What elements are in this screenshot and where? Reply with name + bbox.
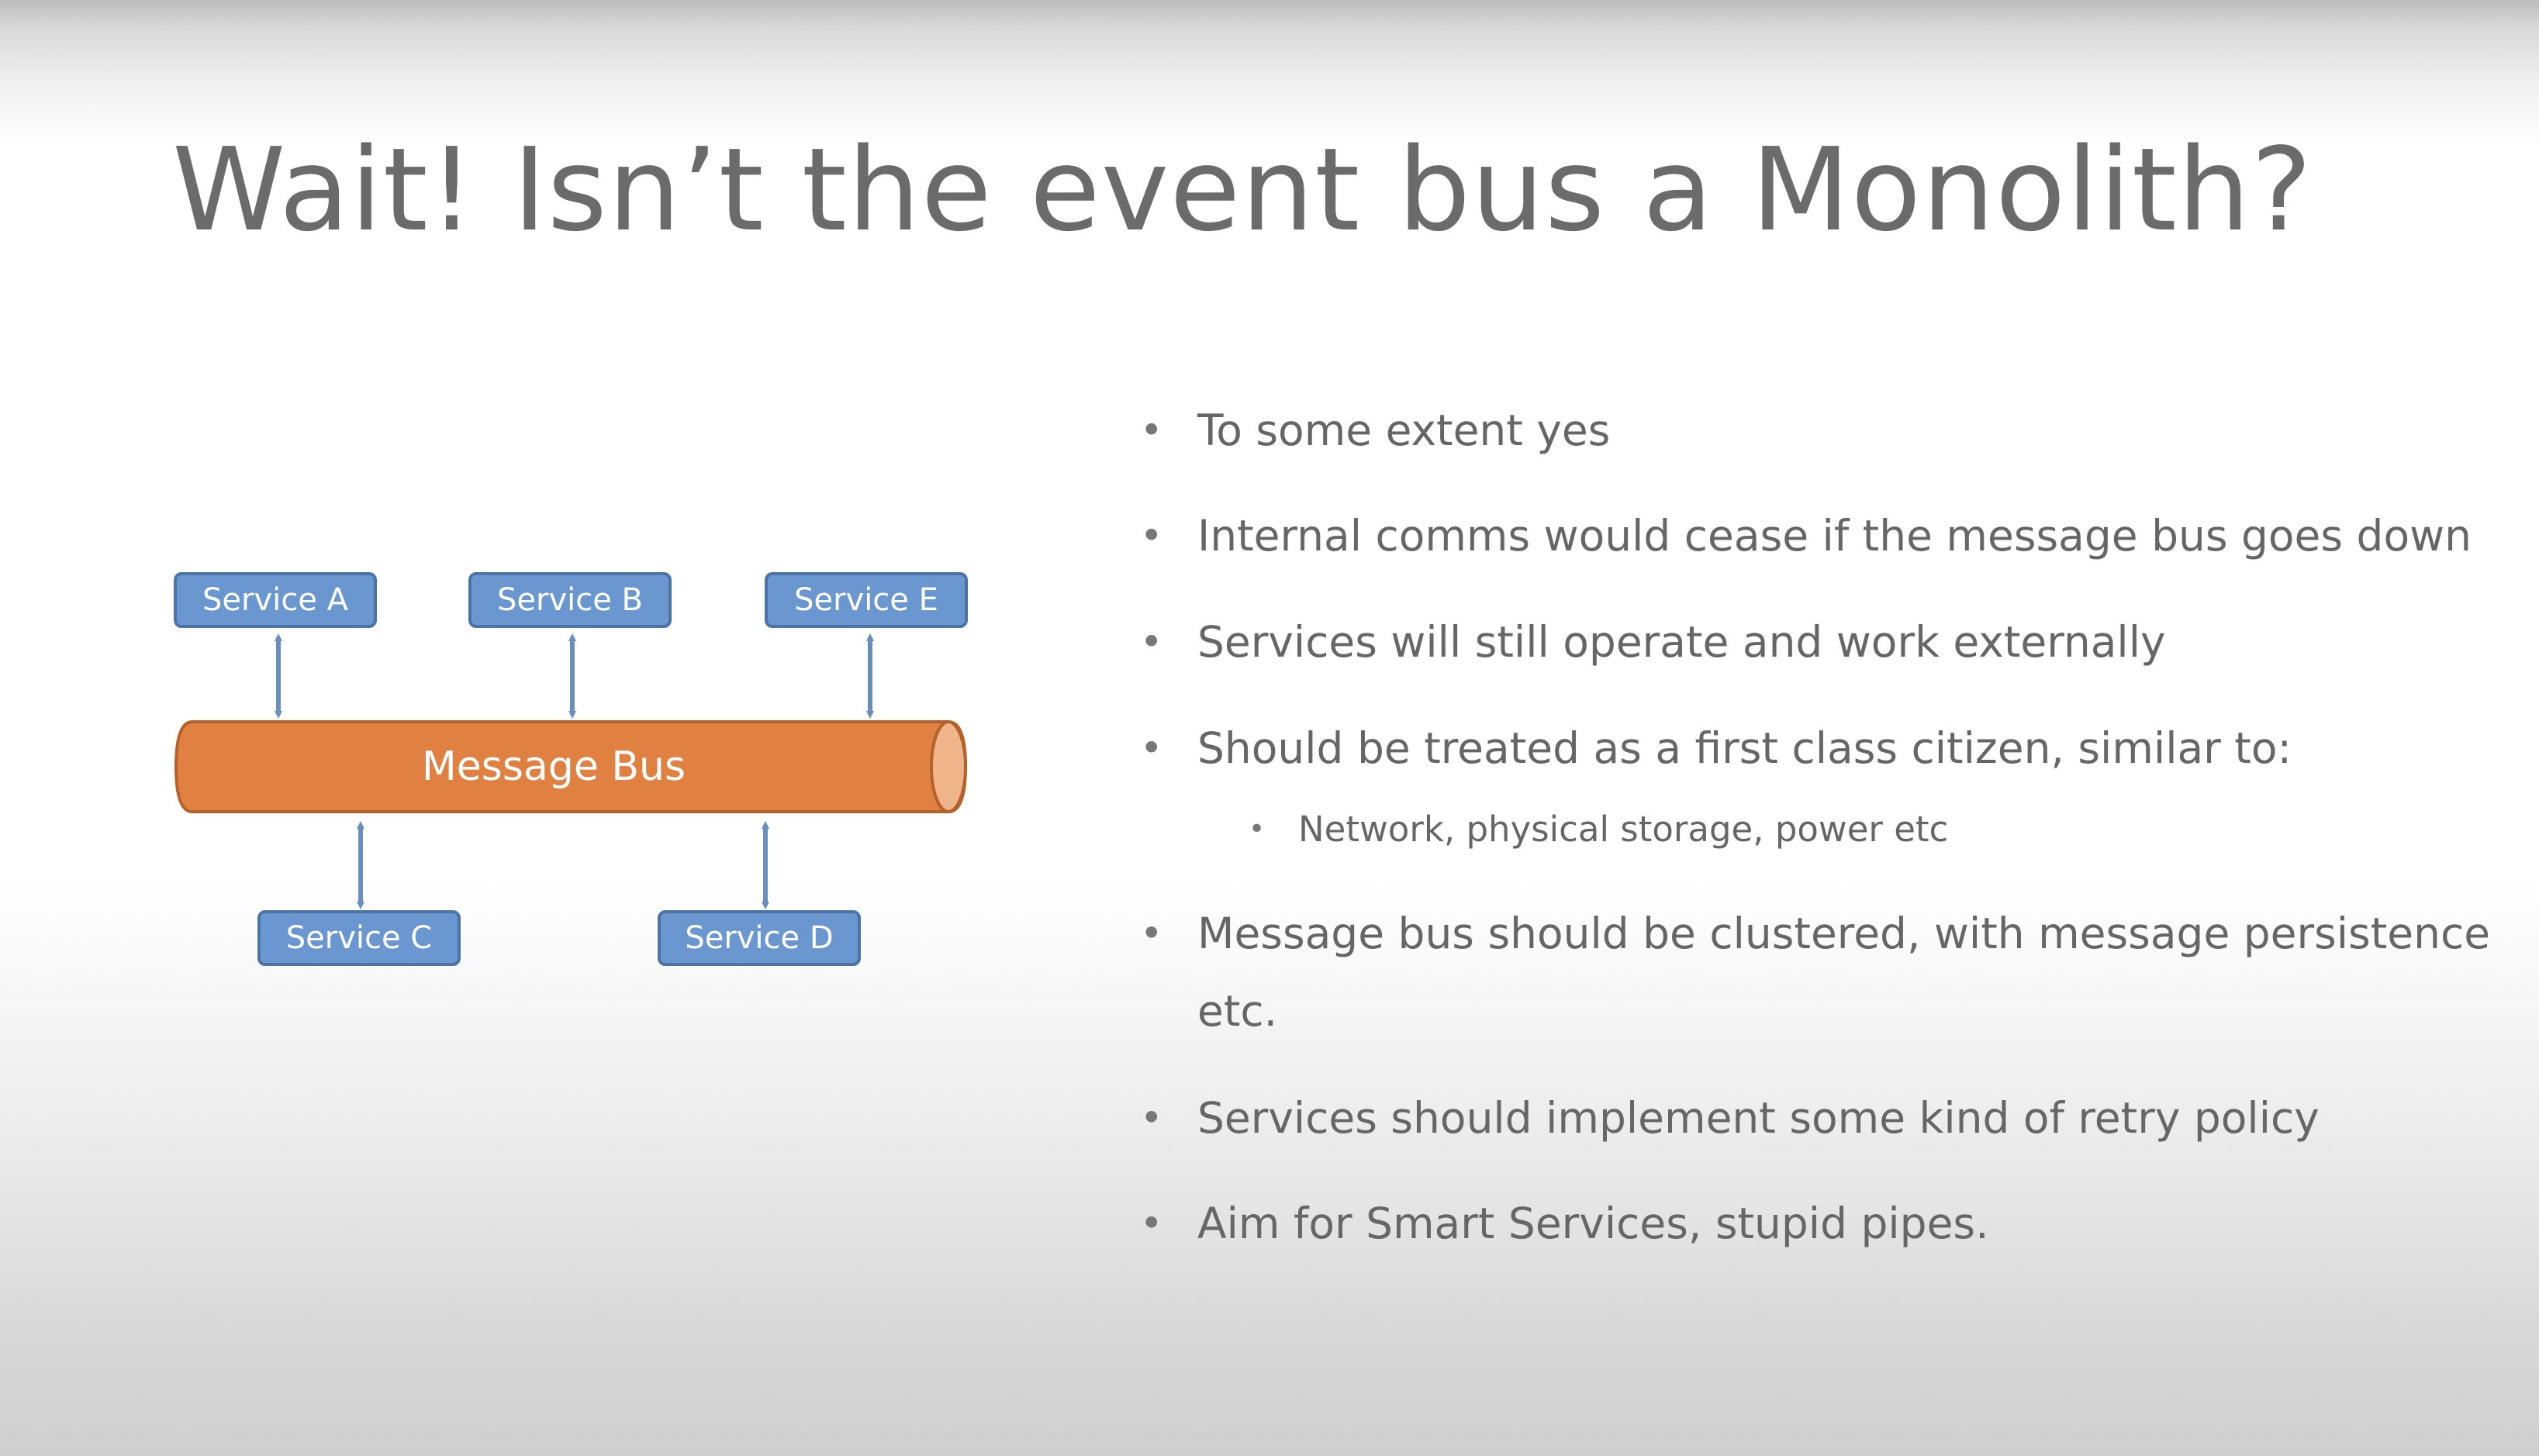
service-d-box: Service D <box>658 910 861 966</box>
sub-bullet-marker: • <box>1249 813 1266 845</box>
bullet-marker: • <box>1140 1095 1163 1140</box>
service-a-box: Service A <box>174 572 377 628</box>
bullet-text: Services will still operate and work ext… <box>1197 617 2166 667</box>
service-e-box: Service E <box>765 572 968 628</box>
slide-title: Wait! Isn’t the event bus a Monolith? <box>172 123 2313 257</box>
bullet-text: Aim for Smart Services, stupid pipes. <box>1197 1199 1989 1248</box>
bullet-text: To some extent yes <box>1197 405 1611 455</box>
bullet-marker: • <box>1140 408 1163 453</box>
bullet-text: Should be treated as a first class citiz… <box>1197 723 2292 773</box>
bullet-marker: • <box>1140 513 1163 558</box>
bullet-text: Services should implement some kind of r… <box>1197 1093 2320 1143</box>
service-b-box: Service B <box>468 572 672 628</box>
service-c-box: Service C <box>257 910 461 966</box>
bullet-marker: • <box>1140 726 1163 771</box>
bullet-marker: • <box>1140 619 1163 664</box>
sub-bullet-text: Network, physical storage, power etc <box>1298 809 1949 850</box>
bullet-text: Internal comms would cease if the messag… <box>1197 511 2472 561</box>
bullet-marker: • <box>1140 911 1163 956</box>
bullet-text: Message bus should be clustered, with me… <box>1197 909 2491 1036</box>
bullet-marker: • <box>1140 1201 1163 1246</box>
message-bus-label: Message Bus <box>421 744 686 790</box>
